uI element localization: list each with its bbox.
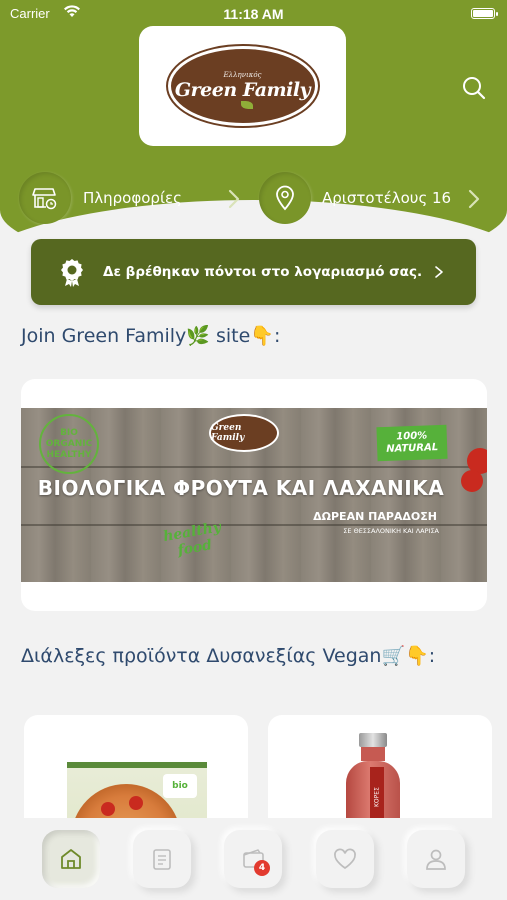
location-pin-icon: [276, 185, 294, 211]
heart-icon: [334, 848, 356, 870]
natural-badge: 100% NATURAL: [376, 424, 448, 462]
info-button[interactable]: [19, 172, 71, 224]
green-family-logo: Ελληνικός Green Family: [167, 46, 318, 126]
chevron-right-icon[interactable]: [467, 188, 481, 210]
store-info-row: Πληροφορίες Αριστοτέλους 16: [0, 172, 507, 228]
award-badge-icon: [61, 259, 83, 287]
chevron-right-icon[interactable]: [227, 188, 241, 210]
user-icon: [426, 849, 446, 870]
bio-stamp-line: BIO: [60, 427, 78, 438]
delivery-area-text: ΣΕ ΘΕΣΣΑΛΟΝΙΚΗ ΚΑΙ ΛΑΡΙΣΑ: [343, 527, 439, 535]
store-logo-card: Ελληνικός Green Family: [139, 26, 346, 146]
natural-badge-line: 100%: [396, 430, 428, 443]
bio-organic-stamp: BIO ORGANIC HEALTHY: [39, 414, 99, 474]
banner-logo: Green Family: [209, 414, 279, 452]
bottom-tab-bar: 4: [0, 818, 507, 900]
status-bar: Carrier 11:18 AM: [0, 0, 507, 28]
address-label[interactable]: Αριστοτέλους 16: [322, 189, 451, 207]
tab-favorites[interactable]: [316, 830, 374, 888]
clock: 11:18 AM: [223, 6, 284, 22]
healthy-food-stamp: healthy food: [146, 501, 243, 582]
promo-headline: ΒΙΟΛΟΓΙΚΑ ΦΡΟΥΤΑ ΚΑΙ ΛΑΧΑΝΙΚΑ: [37, 476, 445, 500]
wallet-badge: 4: [254, 860, 270, 876]
address-button[interactable]: [259, 172, 311, 224]
leaf-icon: [240, 101, 253, 109]
search-icon[interactable]: [461, 75, 487, 101]
points-message: Δε βρέθηκαν πόντοι στο λογαριασμό σας.: [103, 264, 423, 280]
logo-title: Green Family: [174, 79, 311, 101]
battery-icon: [471, 8, 498, 19]
promo-card[interactable]: BIO ORGANIC HEALTHY Green Family 100% NA…: [21, 379, 487, 611]
home-icon: [61, 849, 81, 869]
tab-home[interactable]: [42, 830, 100, 888]
tab-catalog[interactable]: [133, 830, 191, 888]
promo-banner-image[interactable]: BIO ORGANIC HEALTHY Green Family 100% NA…: [21, 408, 487, 582]
tomato-image: [461, 470, 483, 492]
join-section-title: Join Green Family🌿 site👇:: [21, 325, 281, 347]
natural-badge-line: NATURAL: [386, 442, 439, 455]
loyalty-points-banner[interactable]: Δε βρέθηκαν πόντοι στο λογαριασμό σας.: [31, 239, 476, 305]
bio-stamp-line: ORGANIC: [45, 438, 93, 449]
tab-profile[interactable]: [407, 830, 465, 888]
bio-stamp-line: HEALTHY: [46, 449, 92, 460]
store-icon: [32, 188, 57, 210]
free-delivery-text: ΔΩΡΕΑΝ ΠΑΡΑΔΟΣΗ: [313, 510, 437, 523]
logo-subtitle: Ελληνικός: [223, 71, 262, 79]
catalog-icon: [153, 849, 171, 870]
info-label[interactable]: Πληροφορίες: [83, 189, 182, 207]
products-section-title: Διάλεξες προϊόντα Δυσανεξίας Vegan🛒👇:: [21, 645, 436, 667]
chevron-right-icon: [435, 266, 443, 278]
tab-wallet[interactable]: 4: [224, 830, 282, 888]
bio-tag: bio: [163, 774, 197, 798]
